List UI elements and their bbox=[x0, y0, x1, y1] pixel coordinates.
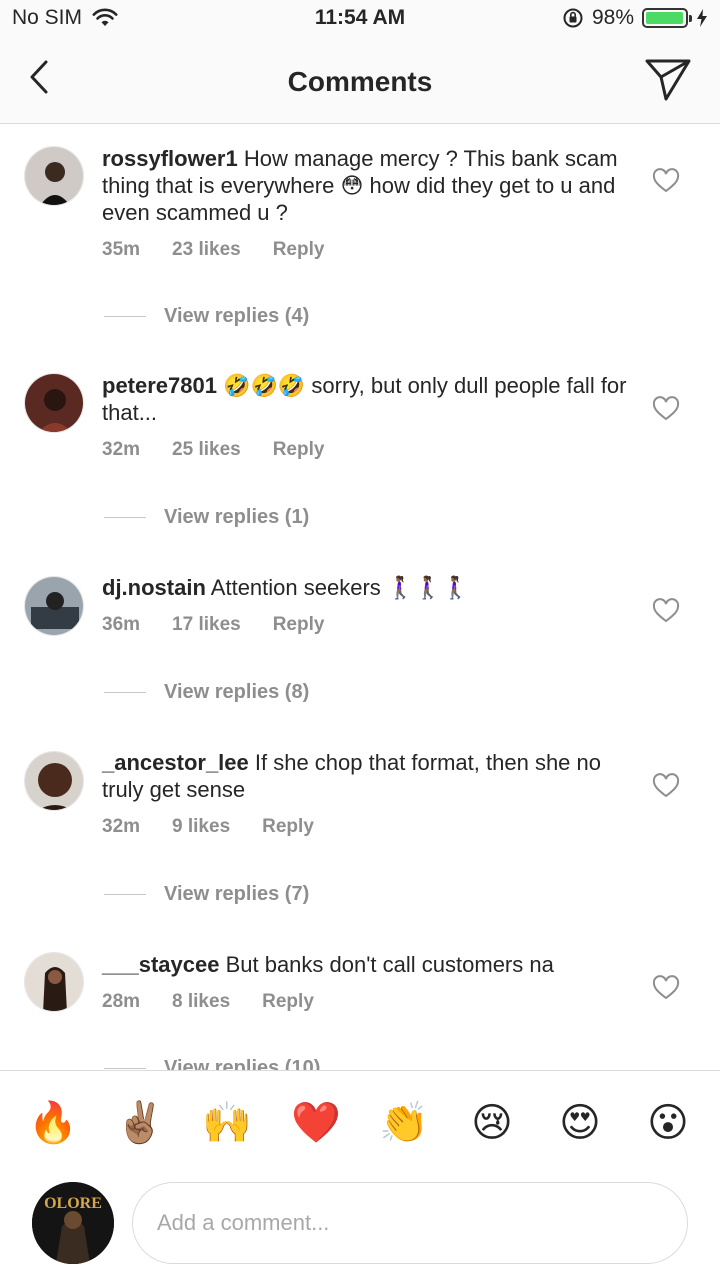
reply-button[interactable]: Reply bbox=[273, 239, 325, 261]
status-bar: No SIM 11:54 AM 98% bbox=[0, 0, 720, 40]
heart-eyes-emoji-button[interactable]: 😍 bbox=[552, 1101, 608, 1145]
reply-button[interactable]: Reply bbox=[273, 439, 325, 461]
reply-button[interactable]: Reply bbox=[262, 816, 314, 838]
emoji-bar: 🔥 ✌🏽 🙌 ❤️ 👏 😢 😍 😮 bbox=[0, 1070, 720, 1174]
view-replies[interactable]: View replies (10) bbox=[104, 1057, 320, 1070]
victory-emoji-button[interactable]: ✌🏽 bbox=[112, 1101, 168, 1145]
comment-text: ___staycee But banks don't call customer… bbox=[102, 951, 632, 978]
clap-emoji-button[interactable]: 👏 bbox=[376, 1101, 432, 1145]
comment-input[interactable] bbox=[132, 1182, 688, 1264]
like-heart-icon[interactable] bbox=[652, 396, 680, 422]
comment-username[interactable]: ___staycee bbox=[102, 952, 219, 977]
view-replies-label[interactable]: View replies (8) bbox=[164, 681, 309, 704]
surprised-emoji-button[interactable]: 😮 bbox=[640, 1101, 696, 1145]
comment-meta: 32m 9 likes Reply bbox=[102, 816, 346, 838]
comment-username[interactable]: rossyflower1 bbox=[102, 146, 238, 171]
divider bbox=[104, 316, 146, 317]
comment-text: petere7801 🤣🤣🤣 sorry, but only dull peop… bbox=[102, 372, 632, 426]
battery-percent: 98% bbox=[591, 6, 634, 29]
divider bbox=[104, 894, 146, 895]
comment-time: 32m bbox=[102, 816, 141, 837]
page-title: Comments bbox=[287, 66, 433, 97]
comment-composer: OLORE bbox=[0, 1174, 720, 1280]
my-avatar[interactable]: OLORE bbox=[32, 1182, 114, 1264]
view-replies-label[interactable]: View replies (1) bbox=[164, 506, 309, 529]
comment-body: Attention seekers 🚶🏾‍♀️🚶🏾‍♀️🚶🏾‍♀️ bbox=[210, 575, 470, 600]
battery-fill bbox=[646, 12, 684, 24]
avatar-logo-text: OLORE bbox=[44, 1195, 102, 1212]
charging-icon bbox=[697, 9, 707, 27]
view-replies-label[interactable]: View replies (4) bbox=[164, 305, 309, 328]
comment-meta: 28m 8 likes Reply bbox=[102, 991, 346, 1013]
comment-username[interactable]: _ancestor_lee bbox=[102, 750, 249, 775]
comment-likes[interactable]: 9 likes bbox=[172, 816, 230, 838]
avatar[interactable] bbox=[24, 952, 84, 1012]
view-replies[interactable]: View replies (4) bbox=[104, 305, 309, 328]
comment-likes[interactable]: 8 likes bbox=[172, 991, 230, 1013]
comment-likes[interactable]: 23 likes bbox=[172, 239, 241, 261]
comment-username[interactable]: dj.nostain bbox=[102, 575, 206, 600]
comment-text: _ancestor_lee If she chop that format, t… bbox=[102, 749, 632, 803]
reply-button[interactable]: Reply bbox=[262, 991, 314, 1013]
avatar[interactable] bbox=[24, 751, 84, 811]
avatar[interactable] bbox=[24, 373, 84, 433]
divider bbox=[104, 692, 146, 693]
comment-time: 36m bbox=[102, 614, 141, 635]
view-replies[interactable]: View replies (8) bbox=[104, 681, 309, 704]
divider bbox=[104, 517, 146, 518]
comments-list[interactable]: rossyflower1 How manage mercy ? This ban… bbox=[0, 125, 720, 1070]
comment-text: dj.nostain Attention seekers 🚶🏾‍♀️🚶🏾‍♀️🚶… bbox=[102, 574, 632, 601]
comment-meta: 36m 17 likes Reply bbox=[102, 614, 356, 636]
view-replies-label[interactable]: View replies (7) bbox=[164, 883, 309, 906]
like-heart-icon[interactable] bbox=[652, 598, 680, 624]
status-right: 98% bbox=[562, 6, 708, 30]
view-replies[interactable]: View replies (7) bbox=[104, 883, 309, 906]
like-heart-icon[interactable] bbox=[652, 168, 680, 194]
comment-time: 35m bbox=[102, 239, 141, 260]
header: Comments bbox=[0, 40, 720, 124]
comment-meta: 32m 25 likes Reply bbox=[102, 439, 356, 461]
avatar[interactable] bbox=[24, 576, 84, 636]
reply-button[interactable]: Reply bbox=[273, 614, 325, 636]
view-replies[interactable]: View replies (1) bbox=[104, 506, 309, 529]
comment-meta: 35m 23 likes Reply bbox=[102, 239, 356, 261]
comment-likes[interactable]: 17 likes bbox=[172, 614, 241, 636]
raised-hands-emoji-button[interactable]: 🙌 bbox=[199, 1101, 255, 1145]
view-replies-label[interactable]: View replies (10) bbox=[164, 1057, 320, 1070]
comment-time: 32m bbox=[102, 439, 141, 460]
comment-username[interactable]: petere7801 bbox=[102, 373, 217, 398]
avatar[interactable] bbox=[24, 146, 84, 206]
like-heart-icon[interactable] bbox=[652, 975, 680, 1001]
comment-body: But banks don't call customers na bbox=[225, 952, 554, 977]
fire-emoji-button[interactable]: 🔥 bbox=[25, 1101, 81, 1145]
like-heart-icon[interactable] bbox=[652, 773, 680, 799]
crying-emoji-button[interactable]: 😢 bbox=[464, 1101, 520, 1145]
divider bbox=[104, 1068, 146, 1069]
battery-icon bbox=[642, 8, 692, 28]
send-icon[interactable] bbox=[644, 56, 692, 102]
comment-text: rossyflower1 How manage mercy ? This ban… bbox=[102, 145, 632, 226]
orientation-lock-icon bbox=[563, 8, 583, 28]
comment-time: 28m bbox=[102, 991, 141, 1012]
heart-emoji-button[interactable]: ❤️ bbox=[288, 1101, 344, 1145]
comment-likes[interactable]: 25 likes bbox=[172, 439, 241, 461]
